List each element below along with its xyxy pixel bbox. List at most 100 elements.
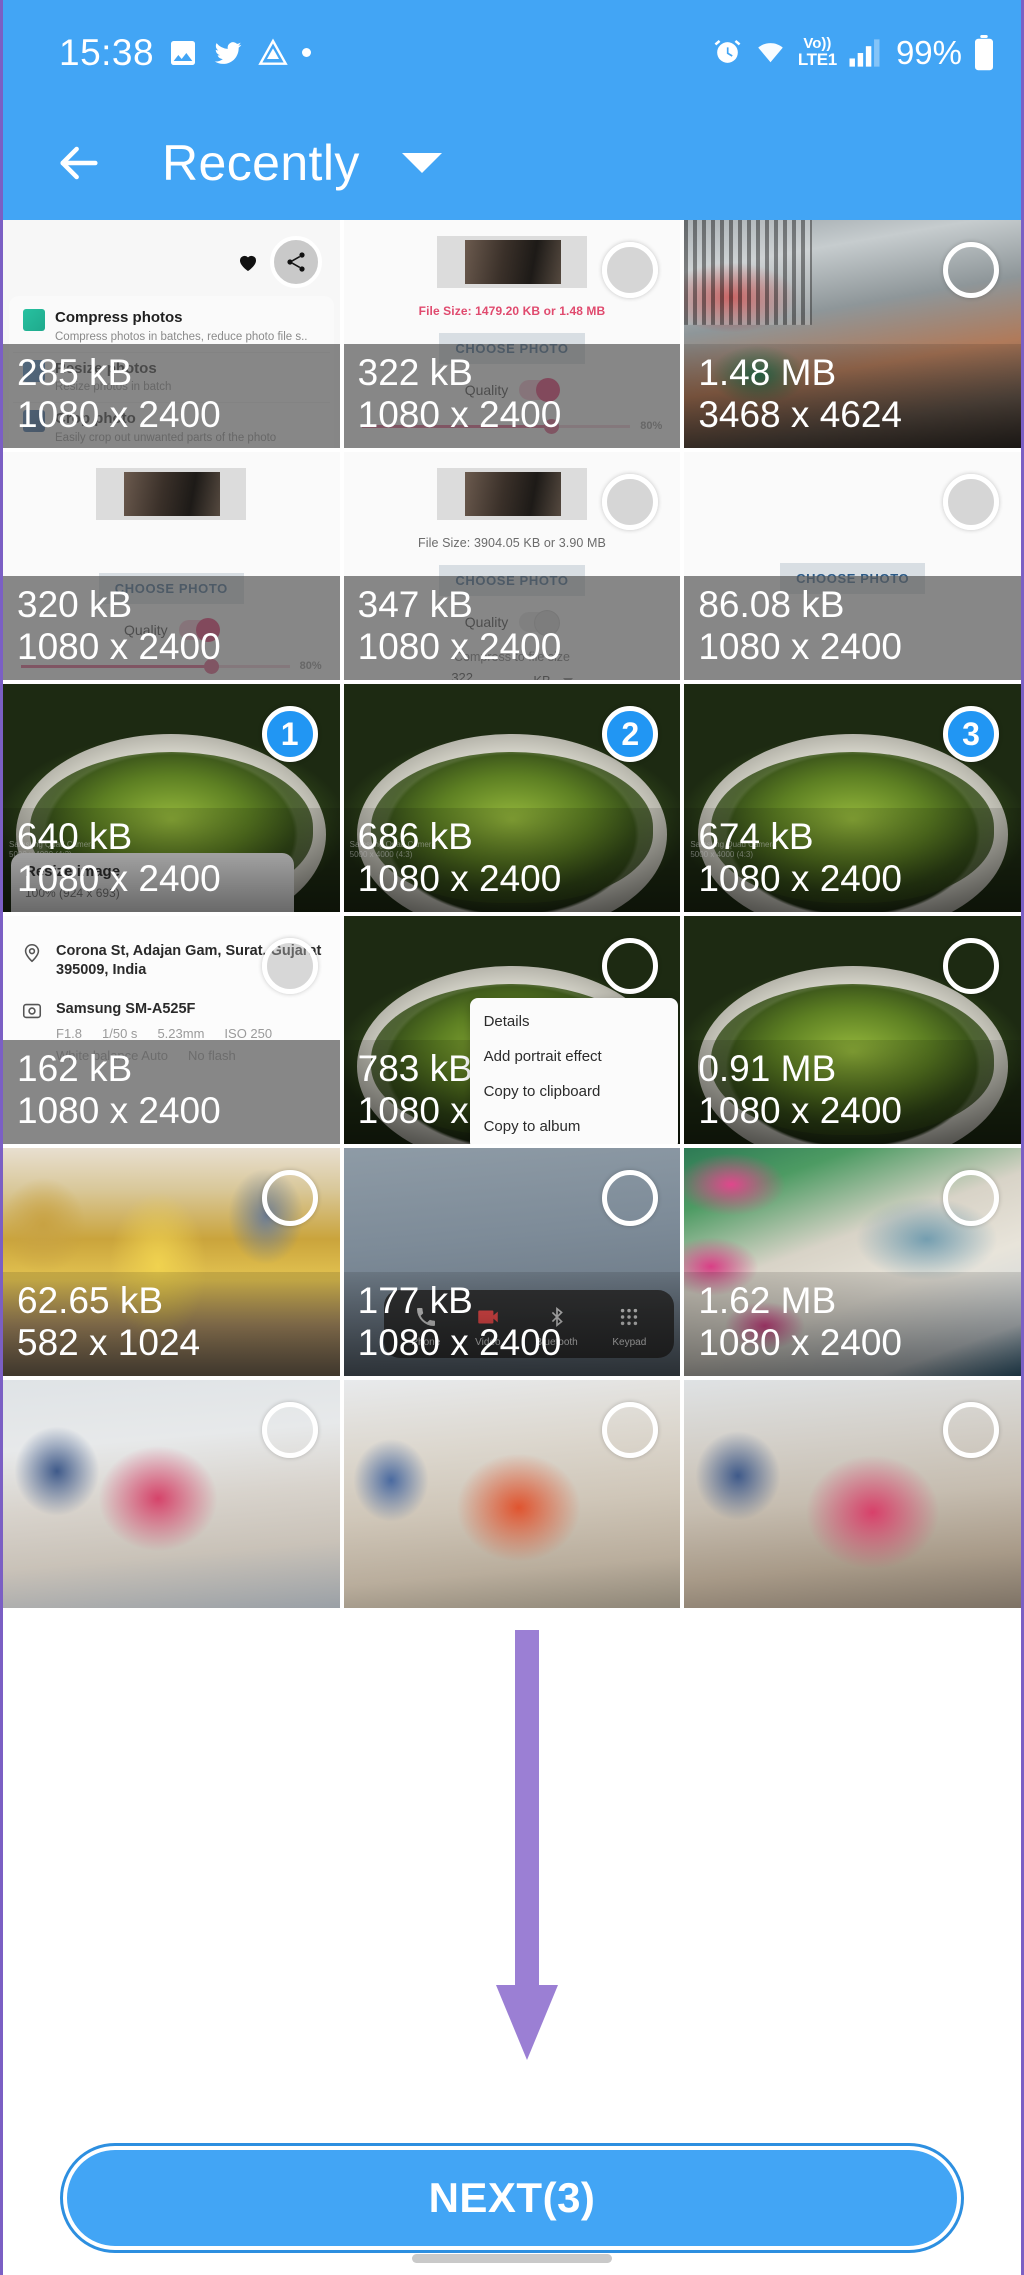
compress-icon bbox=[23, 309, 45, 331]
menu-item-title: Compress photos bbox=[55, 309, 183, 326]
context-menu-item-clipboard: Copy to clipboard bbox=[483, 1083, 601, 1100]
photo-cell-p15[interactable]: 1.62 MB 1080 x 2400 bbox=[684, 1148, 1021, 1376]
selection-circle[interactable] bbox=[261, 1402, 318, 1458]
bottom-action-bar: NEXT(3) bbox=[3, 2120, 1021, 2275]
photo-cell-p1[interactable]: Compress photos Compress photos in batch… bbox=[3, 220, 340, 448]
photo-dims: 1080 x 2400 bbox=[357, 1321, 562, 1363]
preview-thumb bbox=[96, 468, 247, 520]
menu-item-sub: Compress photos in batches, reduce photo… bbox=[55, 330, 308, 343]
photo-cell-p7[interactable]: Samsung Quad Camera5000 x 4000 (4:3) Res… bbox=[3, 684, 340, 912]
back-arrow-icon[interactable] bbox=[51, 135, 107, 191]
photo-info: 674 kB 1080 x 2400 bbox=[684, 807, 1021, 912]
selection-badge[interactable]: 2 bbox=[602, 706, 659, 762]
selection-circle[interactable] bbox=[942, 242, 999, 298]
context-menu-item-album: Copy to album bbox=[483, 1118, 581, 1135]
photo-info: 86.08 kB 1080 x 2400 bbox=[684, 575, 1021, 680]
photo-cell-p8[interactable]: Samsung Quad Camera5000 x 4000 (4:3) 2 6… bbox=[343, 684, 681, 912]
photo-cell-p4[interactable]: CHOOSE PHOTO Quality 80% COMPRESS bbox=[3, 452, 340, 680]
photo-info: 640 kB 1080 x 2400 bbox=[3, 807, 340, 912]
photo-size: 674 kB bbox=[698, 815, 814, 857]
selection-circle[interactable] bbox=[602, 1402, 659, 1458]
photo-cell-p9[interactable]: Samsung Quad Camera5000 x 4000 (4:3) 3 6… bbox=[684, 684, 1021, 912]
photo-size: 86.08 kB bbox=[698, 583, 845, 625]
photo-cell-p13[interactable]: 62.65 kB 582 x 1024 bbox=[3, 1148, 340, 1376]
photo-cell-p10[interactable]: Corona St, Adajan Gam, Surat, Gujarat 39… bbox=[3, 916, 340, 1144]
selection-circle[interactable] bbox=[942, 1170, 999, 1226]
volte-bottom: LTE1 bbox=[797, 49, 837, 69]
photo-cell-p14[interactable]: Phone Video Bluetooth Keypad bbox=[343, 1148, 681, 1376]
selection-circle[interactable] bbox=[261, 1170, 318, 1226]
photo-cell-p11[interactable]: Details Add portrait effect Copy to clip… bbox=[343, 916, 681, 1144]
photo-dims: 1080 x 2400 bbox=[357, 393, 562, 435]
photo-size: 285 kB bbox=[17, 351, 133, 393]
status-bar: 15:38 Vo)) LTE1 99% bbox=[3, 0, 1021, 105]
photo-size: 62.65 kB bbox=[17, 1279, 164, 1321]
selection-circle[interactable] bbox=[261, 938, 318, 994]
chevron-down-icon[interactable] bbox=[401, 152, 442, 173]
status-bar-right: Vo)) LTE1 99% bbox=[712, 34, 995, 72]
selection-circle[interactable] bbox=[942, 474, 999, 530]
status-time: 15:38 bbox=[59, 31, 155, 73]
selection-badge[interactable]: 1 bbox=[261, 706, 318, 762]
photo-cell-p16[interactable] bbox=[3, 1380, 340, 1608]
annotation-arrow-icon bbox=[492, 1630, 562, 2080]
photo-info: 285 kB 1080 x 2400 bbox=[3, 343, 340, 448]
photo-size: 320 kB bbox=[17, 583, 133, 625]
context-menu-item-portrait: Add portrait effect bbox=[483, 1048, 602, 1065]
photo-cell-p12[interactable]: 0.91 MB 1080 x 2400 bbox=[684, 916, 1021, 1144]
preview-thumb bbox=[436, 468, 587, 520]
home-indicator bbox=[412, 2254, 612, 2263]
photo-size: 640 kB bbox=[17, 815, 133, 857]
camera-icon bbox=[21, 1000, 43, 1022]
gallery-icon bbox=[167, 37, 199, 69]
photo-dims: 1080 x 2400 bbox=[17, 393, 221, 435]
photo-dims: 1080 x 2400 bbox=[698, 1321, 903, 1363]
photo-cell-p18[interactable] bbox=[684, 1380, 1021, 1608]
photo-info: 0.91 MB 1080 x 2400 bbox=[684, 1039, 1021, 1144]
photo-dims: 1080 x 2400 bbox=[17, 1089, 221, 1131]
file-size-label: File Size: 1479.20 KB or 1.48 MB bbox=[418, 304, 606, 318]
next-button[interactable]: NEXT(3) bbox=[63, 2145, 961, 2250]
photo-info: 686 kB 1080 x 2400 bbox=[343, 807, 681, 912]
app-bar: Recently bbox=[3, 105, 1021, 220]
photo-cell-p5[interactable]: File Size: 3904.05 KB or 3.90 MB CHOOSE … bbox=[343, 452, 681, 680]
photo-info: 1.62 MB 1080 x 2400 bbox=[684, 1271, 1021, 1376]
share-icon bbox=[269, 236, 322, 288]
photo-info: 177 kB 1080 x 2400 bbox=[343, 1271, 681, 1376]
file-size-label: File Size: 3904.05 KB or 3.90 MB bbox=[417, 536, 606, 550]
photo-cell-p2[interactable]: File Size: 1479.20 KB or 1.48 MB CHOOSE … bbox=[343, 220, 681, 448]
selection-circle[interactable] bbox=[602, 1170, 659, 1226]
battery-icon bbox=[973, 34, 995, 71]
alarm-icon bbox=[712, 37, 743, 68]
photo-dims: 1080 x 2400 bbox=[357, 625, 562, 667]
selection-circle[interactable] bbox=[602, 938, 659, 994]
photo-info: 162 kB 1080 x 2400 bbox=[3, 1039, 340, 1144]
selection-circle[interactable] bbox=[602, 474, 659, 530]
context-menu: Details Add portrait effect Copy to clip… bbox=[469, 998, 679, 1144]
photo-cell-p6[interactable]: CHOOSE PHOTO 86.08 kB 1080 x 2400 bbox=[684, 452, 1021, 680]
photo-info: 320 kB 1080 x 2400 bbox=[3, 575, 340, 680]
photo-size: 162 kB bbox=[17, 1047, 133, 1089]
photo-size: 347 kB bbox=[357, 583, 473, 625]
photo-info: 347 kB 1080 x 2400 bbox=[343, 575, 681, 680]
photo-size: 322 kB bbox=[357, 351, 473, 393]
twitter-icon bbox=[212, 37, 244, 69]
photo-size: 1.48 MB bbox=[698, 351, 837, 393]
page-title: Recently bbox=[162, 134, 360, 191]
dot-indicator-icon bbox=[302, 48, 312, 57]
photo-dims: 1080 x 2400 bbox=[357, 857, 562, 899]
photo-cell-p17[interactable] bbox=[343, 1380, 681, 1608]
photo-dims: 1080 x 2400 bbox=[17, 625, 221, 667]
status-bar-left: 15:38 bbox=[59, 32, 712, 74]
selection-circle[interactable] bbox=[602, 242, 659, 298]
photo-size: 0.91 MB bbox=[698, 1047, 837, 1089]
wifi-icon bbox=[754, 37, 787, 68]
selection-circle[interactable] bbox=[942, 1402, 999, 1458]
photo-grid: Compress photos Compress photos in batch… bbox=[3, 220, 1021, 1608]
photo-dims: 3468 x 4624 bbox=[698, 393, 903, 435]
selection-circle[interactable] bbox=[942, 938, 999, 994]
selection-badge[interactable]: 3 bbox=[942, 706, 999, 762]
photo-dims: 1080 x 2400 bbox=[17, 857, 221, 899]
location-pin-icon bbox=[21, 942, 43, 964]
photo-cell-p3[interactable]: 1.48 MB 3468 x 4624 bbox=[684, 220, 1021, 448]
